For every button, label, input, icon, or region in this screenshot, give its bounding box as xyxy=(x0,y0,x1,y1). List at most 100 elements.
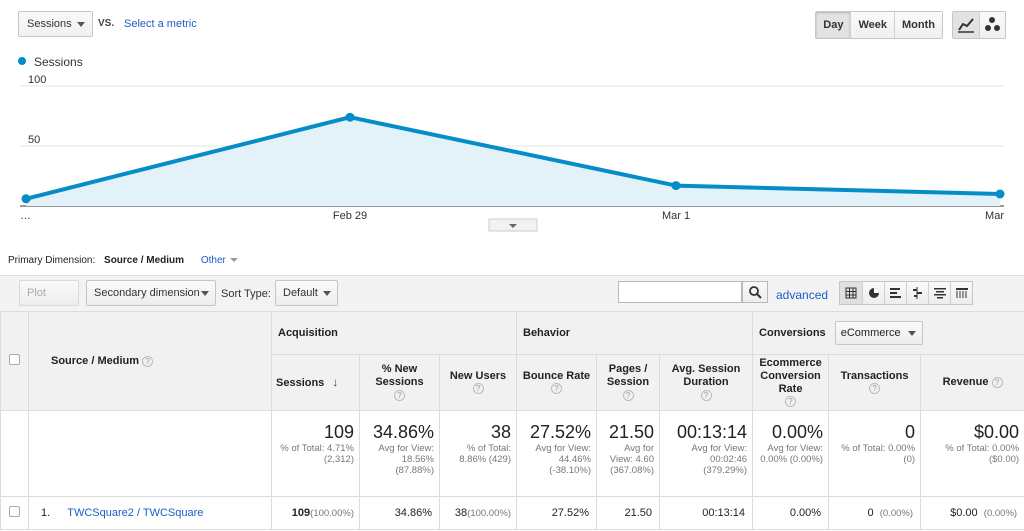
row-pages-session: 21.50 xyxy=(596,496,660,530)
help-icon[interactable]: ? xyxy=(991,376,1003,388)
col-sessions-label: Sessions xyxy=(276,376,325,389)
total-new-users-sub: % of Total: 8.86% (429) xyxy=(459,443,511,465)
total-revenue: $0.00% of Total: 0.00% ($0.00) xyxy=(920,410,1024,497)
primary-dimension-label: Primary Dimension: xyxy=(8,255,96,266)
table-group-header: Source / Medium ? Acquisition Behavior C… xyxy=(0,311,1024,411)
col-new-users[interactable]: New Users? xyxy=(439,354,517,411)
motion-chart-button[interactable] xyxy=(979,12,1005,38)
x-tick-label: Mar 1 xyxy=(662,210,690,222)
col-transactions[interactable]: Transactions? xyxy=(828,354,922,411)
total-revenue-sub: % of Total: 0.00% ($0.00) xyxy=(945,443,1020,465)
chevron-down-icon xyxy=(201,291,209,296)
comparison-view-button[interactable] xyxy=(906,282,928,304)
select-metric-link[interactable]: Select a metric xyxy=(124,18,197,30)
conversions-select[interactable]: eCommerce xyxy=(834,321,923,345)
total-new-users-value: 38 xyxy=(490,422,511,442)
table-search-input[interactable] xyxy=(618,281,742,303)
col-pages-session-label: Pages / Session xyxy=(606,363,650,388)
help-icon[interactable]: ? xyxy=(551,383,562,395)
x-tick-label: Mar xyxy=(985,210,1004,222)
total-new-users: 38% of Total: 8.86% (429) xyxy=(439,410,517,497)
metric-select[interactable]: Sessions xyxy=(18,11,93,37)
row-transactions-value: 0 xyxy=(867,507,874,519)
row-new-users-value: 38 xyxy=(454,507,468,519)
performance-view-button[interactable] xyxy=(884,282,906,304)
total-new-sessions-sub: Avg for View: 18.56% (87.88%) xyxy=(378,443,434,476)
col-pages-session[interactable]: Pages / Session? xyxy=(596,354,660,411)
help-icon[interactable]: ? xyxy=(622,389,634,401)
select-all-checkbox[interactable] xyxy=(9,354,20,365)
line-chart-button[interactable] xyxy=(953,12,979,38)
col-avg-duration[interactable]: Avg. Session Duration? xyxy=(658,354,754,411)
acquisition-group-header: Acquisition xyxy=(271,311,517,355)
data-point[interactable] xyxy=(345,112,355,122)
total-transactions: 0% of Total: 0.00% (0) xyxy=(828,410,922,497)
col-sessions[interactable]: Sessions ↓ xyxy=(271,354,360,411)
row-new-users: 38(100.00%) xyxy=(439,496,517,530)
data-point[interactable] xyxy=(671,181,681,191)
table-row: 1. TWCSquare2 / TWCSquare 109(100.00%) 3… xyxy=(0,496,1024,530)
row-sessions: 109(100.00%) xyxy=(271,496,360,530)
secondary-dimension-select[interactable]: Secondary dimension xyxy=(86,280,216,306)
data-view-button[interactable] xyxy=(840,282,862,304)
row-source-link[interactable]: TWCSquare2 / TWCSquare xyxy=(67,507,203,519)
total-avg-duration: 00:13:14 Avg for View: 00:02:46 (379.29%) xyxy=(658,410,754,497)
advanced-filter-link[interactable]: advanced xyxy=(776,288,828,302)
legend-label: Sessions xyxy=(34,55,83,69)
help-icon[interactable]: ? xyxy=(869,383,881,395)
bar-list-icon xyxy=(890,288,901,298)
total-transactions-sub: % of Total: 0.00% (0) xyxy=(841,443,916,465)
totals-empty-cell xyxy=(0,410,29,497)
help-icon[interactable]: ? xyxy=(142,355,154,367)
totals-row: 109% of Total: 4.71% (2,312) 34.86% Avg f… xyxy=(0,410,1024,497)
total-pages-session-sub: Avg for View: 4.60 (367.08%) xyxy=(609,443,654,476)
legend-dot-icon xyxy=(18,57,26,65)
col-revenue[interactable]: Revenue ? xyxy=(920,354,1024,411)
data-point[interactable] xyxy=(995,189,1005,199)
sort-type-select[interactable]: Default xyxy=(275,280,338,306)
help-icon[interactable]: ? xyxy=(700,389,712,401)
total-ecom-rate-value: 0.00% xyxy=(771,422,824,442)
sort-type-label: Sort Type: xyxy=(221,288,271,300)
col-new-sessions-label: % New Sessions xyxy=(375,363,424,388)
row-checkbox-cell xyxy=(0,496,29,530)
term-cloud-view-button[interactable] xyxy=(928,282,950,304)
row-avg-duration: 00:13:14 xyxy=(658,496,754,530)
pivot-view-button[interactable] xyxy=(950,282,972,304)
conversions-select-value: eCommerce xyxy=(840,327,901,339)
total-new-sessions: 34.86% Avg for View: 18.56% (87.88%) xyxy=(359,410,440,497)
bubble-chart-icon xyxy=(985,17,1000,31)
col-bounce-rate-label: Bounce Rate xyxy=(522,369,591,382)
grid-icon xyxy=(845,287,857,299)
col-new-sessions[interactable]: % New Sessions? xyxy=(359,354,440,411)
row-transactions: 0 (0.00%) xyxy=(828,496,922,530)
total-ecom-rate: 0.00% Avg for View: 0.00% (0.00%) xyxy=(752,410,830,497)
help-icon[interactable]: ? xyxy=(394,389,405,401)
col-transactions-label: Transactions xyxy=(840,369,909,382)
percentage-view-button[interactable] xyxy=(862,282,884,304)
chevron-down-icon xyxy=(323,291,331,296)
dimension-header[interactable]: Source / Medium ? xyxy=(28,311,272,411)
row-new-sessions: 34.86% xyxy=(359,496,440,530)
row-checkbox[interactable] xyxy=(9,506,20,517)
plot-rows-button[interactable]: Plot Rows xyxy=(19,280,79,323)
total-bounce-rate-sub: Avg for View: 44.46% (-38.10%) xyxy=(535,443,591,476)
help-icon[interactable]: ? xyxy=(472,383,484,395)
conversions-label: Conversions xyxy=(759,326,826,339)
sessions-chart: … Feb 29 Mar 1 Mar 50 100 xyxy=(20,75,1005,232)
col-ecom-rate[interactable]: Ecommerce Conversion Rate? xyxy=(752,354,830,411)
period-month-button[interactable]: Month xyxy=(894,12,942,38)
help-icon[interactable]: ? xyxy=(785,396,797,408)
term-cloud-icon xyxy=(934,288,946,299)
chevron-down-icon xyxy=(229,258,238,262)
data-point[interactable] xyxy=(21,194,31,204)
dimension-source-medium[interactable]: Source / Medium xyxy=(104,255,184,266)
col-bounce-rate[interactable]: Bounce Rate? xyxy=(516,354,597,411)
dimension-other-link[interactable]: Other xyxy=(201,255,226,266)
table-toolbar: Plot Rows Secondary dimension Sort Type:… xyxy=(0,275,1024,323)
chart-collapse-handle[interactable] xyxy=(488,218,538,232)
search-button[interactable] xyxy=(742,281,768,303)
period-week-button[interactable]: Week xyxy=(850,12,895,38)
total-avg-duration-sub: Avg for View: 00:02:46 (379.29%) xyxy=(691,443,748,476)
period-day-button[interactable]: Day xyxy=(816,12,851,38)
